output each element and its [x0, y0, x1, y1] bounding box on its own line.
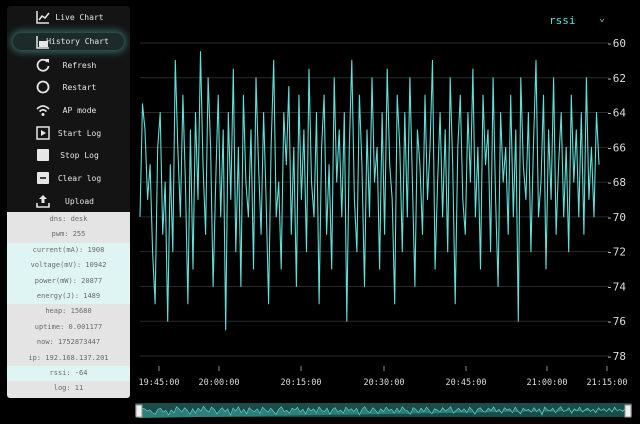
menu-item-start-log[interactable]: Start Log — [7, 122, 130, 145]
y-tick-label: -74 — [606, 280, 626, 293]
clear-icon — [37, 172, 49, 185]
status-row: current(mA): 1908 — [7, 242, 130, 259]
status-panel: dns: desk pwm: 255 current(mA): 1908 voltag… — [7, 212, 130, 398]
menu-item-clear-log[interactable]: Clear log — [7, 167, 130, 190]
series-line-rssi — [139, 51, 600, 331]
wifi-icon — [36, 105, 50, 117]
menu-item-label: Clear log — [57, 173, 102, 183]
menu-item-label: Start Log — [57, 128, 102, 138]
navigator-area — [138, 405, 629, 418]
series-select-value: rssi — [549, 14, 576, 27]
status-row: power(mW): 20877 — [7, 273, 130, 289]
x-tick-label: 19:45:00 — [139, 378, 180, 388]
line-chart-icon — [36, 11, 50, 24]
y-tick-label: -70 — [606, 211, 626, 224]
rssi-history-chart: -60 -62 -64 -66 -68 -70 -72 -74 -76 -78 19:45:00 20… — [139, 37, 628, 388]
status-row: energy(J): 1489 — [7, 288, 130, 305]
status-row: rssi: -64 — [7, 365, 130, 382]
navigator-handle[interactable] — [624, 404, 632, 418]
chevron-down-icon: ⌄ — [599, 13, 606, 24]
x-tick-label: 21:15:00 — [587, 378, 628, 388]
x-tick-label: 20:30:00 — [364, 378, 405, 388]
menu-item-stop-log[interactable]: Stop Log — [7, 144, 130, 167]
history-chart-icon — [36, 35, 49, 49]
chart-area: -60 -62 -64 -66 -68 -70 -72 -74 -76 -78 19:45:00 20… — [135, 0, 640, 424]
range-navigator[interactable] — [135, 403, 632, 418]
play-icon — [36, 126, 50, 140]
y-tick-label: -60 — [606, 37, 626, 50]
menu-item-label: AP mode — [62, 105, 97, 115]
menu-item-label: Upload — [65, 196, 94, 206]
status-row: dns: desk — [49, 215, 88, 223]
status-row: voltage(mV): 10942 — [7, 258, 130, 274]
upload-icon — [36, 194, 50, 208]
y-tick-label: -68 — [606, 176, 626, 189]
x-tick-label: 20:45:00 — [446, 378, 487, 388]
series-select[interactable]: rssi ⌄ — [549, 13, 629, 30]
menu-item-label: Restart — [62, 83, 97, 93]
y-tick-label: -76 — [606, 315, 626, 328]
y-tick-label: -72 — [606, 246, 626, 259]
menu-item-history-chart[interactable]: History Chart — [13, 32, 124, 50]
status-row: pwm: 255 — [51, 230, 86, 239]
menu-item-restart[interactable]: Restart — [7, 76, 130, 99]
y-tick-label: -62 — [606, 72, 626, 85]
restart-icon — [36, 80, 50, 94]
navigator-handle[interactable] — [135, 404, 143, 418]
menu-item-refresh[interactable]: Refresh — [7, 54, 130, 77]
navigator-sparkline — [135, 404, 632, 418]
x-tick-label: 20:15:00 — [281, 378, 322, 388]
menu-item-upload[interactable]: Upload — [7, 190, 130, 213]
status-row: heap: 15680 — [45, 307, 92, 316]
menu-item-label: Live Chart — [55, 12, 104, 22]
y-tick-label: -78 — [606, 350, 626, 363]
status-row: log: 11 — [53, 384, 84, 393]
sidebar-menu: Live Chart History Chart Refresh Restart AP … — [7, 6, 130, 213]
x-tick-label: 20:00:00 — [199, 378, 240, 388]
menu-item-label: History Chart — [46, 36, 109, 46]
status-row: ip: 192.168.137.201 — [28, 353, 109, 362]
x-tick-label: 21:00:00 — [527, 378, 568, 388]
status-row: now: 1752873447 — [36, 338, 101, 347]
menu-item-label: Stop Log — [60, 151, 99, 161]
y-tick-label: -64 — [606, 107, 626, 120]
refresh-icon — [36, 58, 50, 72]
menu-item-ap-mode[interactable]: AP mode — [7, 99, 130, 122]
sidebar: Live Chart History Chart Refresh Restart AP … — [7, 6, 130, 398]
menu-item-live-chart[interactable]: Live Chart — [7, 6, 130, 29]
menu-item-label: Refresh — [62, 60, 97, 70]
status-row: uptime: 0.001177 — [34, 322, 103, 331]
stop-icon — [37, 149, 49, 162]
y-tick-label: -66 — [606, 141, 626, 154]
